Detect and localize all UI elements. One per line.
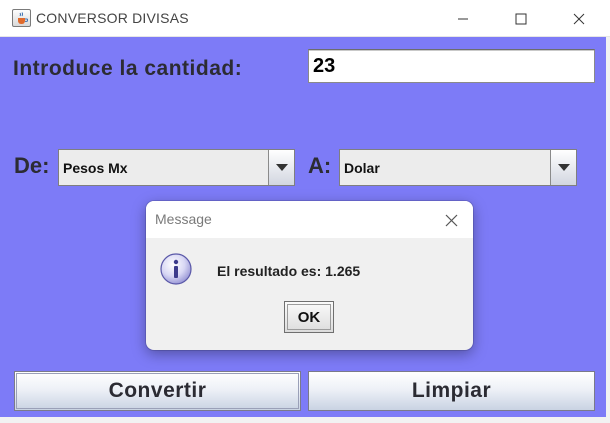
chevron-down-icon xyxy=(275,164,288,171)
close-icon xyxy=(445,214,457,226)
amount-label: Introduce la cantidad: xyxy=(13,57,243,80)
close-icon xyxy=(573,13,585,24)
to-currency-label: A: xyxy=(308,153,332,178)
from-dropdown-arrow[interactable] xyxy=(268,150,294,185)
amount-input[interactable] xyxy=(308,49,595,83)
to-currency-select[interactable]: Dolar xyxy=(339,149,577,186)
window-title: CONVERSOR DIVISAS xyxy=(36,10,189,26)
minimize-icon xyxy=(458,18,468,19)
from-currency-value: Pesos Mx xyxy=(63,160,128,176)
dialog-titlebar: Message xyxy=(146,201,473,238)
to-dropdown-arrow[interactable] xyxy=(550,150,576,185)
chevron-down-icon xyxy=(557,164,570,171)
maximize-icon xyxy=(515,13,527,24)
dialog-title: Message xyxy=(155,211,212,227)
convert-button[interactable]: Convertir xyxy=(14,371,301,411)
close-button[interactable] xyxy=(550,0,608,37)
dialog-close-button[interactable] xyxy=(439,209,463,231)
maximize-button[interactable] xyxy=(492,0,550,37)
to-currency-value: Dolar xyxy=(344,160,380,176)
dialog-message: El resultado es: 1.265 xyxy=(217,263,361,279)
ok-button[interactable]: OK xyxy=(284,301,334,333)
window-titlebar: CONVERSOR DIVISAS xyxy=(0,0,610,37)
info-icon xyxy=(160,253,192,285)
from-currency-select[interactable]: Pesos Mx xyxy=(58,149,295,186)
window-frame-right xyxy=(606,37,610,423)
window-frame-bottom xyxy=(0,417,610,423)
minimize-button[interactable] xyxy=(434,0,492,37)
clear-button[interactable]: Limpiar xyxy=(308,371,595,411)
message-dialog: Message El resultado es: 1.265 OK xyxy=(146,201,473,350)
from-currency-label: De: xyxy=(14,153,50,178)
java-cup-icon xyxy=(12,9,31,27)
